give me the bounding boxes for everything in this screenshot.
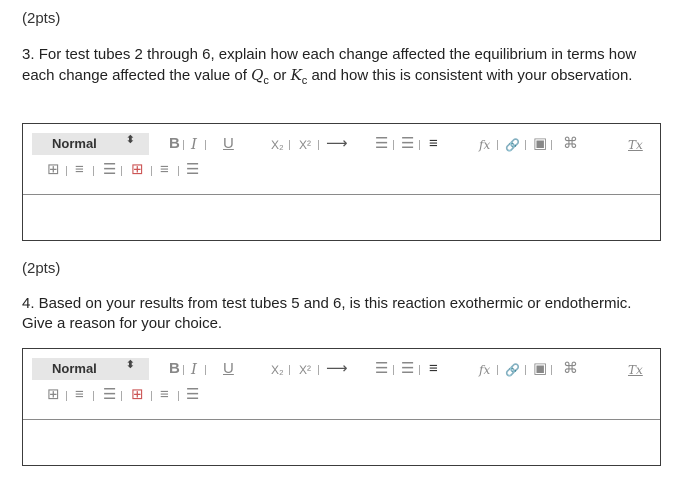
separator: [393, 365, 394, 375]
separator: [178, 391, 179, 401]
delete-row-icon[interactable]: ≡: [160, 387, 169, 403]
separator: [121, 166, 122, 176]
separator: [205, 365, 206, 375]
separator: [121, 391, 122, 401]
k-subscript: c: [301, 75, 308, 87]
insert-row-icon[interactable]: ≡: [75, 162, 84, 178]
separator: [93, 391, 94, 401]
answer-editor-q3: Normal ⬍ B I U X₂ X² ⟶ ☰ ☰ ≡ fx 🔗 ▣ ⌘ Tx…: [22, 123, 661, 241]
ordered-list-icon[interactable]: ☰: [375, 136, 388, 152]
delete-table-icon[interactable]: ⊞: [131, 162, 144, 178]
question-3-text: 3. For test tubes 2 through 6, explain h…: [22, 45, 662, 91]
italic-button[interactable]: I: [191, 136, 197, 152]
attachment-icon[interactable]: ⌘: [563, 136, 578, 152]
separator: [497, 365, 498, 375]
separator: [66, 166, 67, 176]
image-icon[interactable]: ▣: [533, 136, 547, 152]
answer-input-area[interactable]: [23, 420, 660, 465]
image-icon[interactable]: ▣: [533, 361, 547, 377]
unordered-list-icon[interactable]: ☰: [401, 361, 414, 377]
or-word: or: [273, 67, 287, 84]
separator: [525, 365, 526, 375]
separator: [151, 166, 152, 176]
style-value: Normal: [52, 136, 97, 151]
insert-row-icon[interactable]: ≡: [75, 387, 84, 403]
separator: [525, 140, 526, 150]
delete-column-icon[interactable]: ☰: [186, 162, 199, 178]
superscript-button[interactable]: X²: [299, 362, 311, 378]
paragraph-style-select[interactable]: Normal ⬍: [32, 133, 149, 155]
style-value: Normal: [52, 361, 97, 376]
separator: [551, 365, 552, 375]
question-4-text: 4. Based on your results from test tubes…: [22, 295, 632, 332]
ordered-list-icon[interactable]: ☰: [375, 361, 388, 377]
q-symbol: Q: [251, 66, 264, 84]
separator: [419, 140, 420, 150]
clear-format-icon[interactable]: Tx: [628, 362, 643, 378]
separator: [318, 140, 319, 150]
question-3-number: 3.: [22, 46, 35, 63]
bold-button[interactable]: B: [169, 361, 180, 377]
table-icon[interactable]: ⊞: [47, 162, 60, 178]
delete-table-icon[interactable]: ⊞: [131, 387, 144, 403]
clear-format-icon[interactable]: Tx: [628, 137, 643, 153]
separator: [66, 391, 67, 401]
subscript-button[interactable]: X₂: [271, 137, 284, 153]
separator: [151, 391, 152, 401]
underline-button[interactable]: U: [223, 361, 234, 377]
delete-column-icon[interactable]: ☰: [186, 387, 199, 403]
k-symbol: K: [290, 66, 302, 84]
separator: [289, 365, 290, 375]
separator: [393, 140, 394, 150]
subscript-button[interactable]: X₂: [271, 362, 284, 378]
italic-button[interactable]: I: [191, 361, 197, 377]
attachment-icon[interactable]: ⌘: [563, 361, 578, 377]
separator: [183, 140, 184, 150]
editor-toolbar: Normal ⬍ B I U X₂ X² ⟶ ☰ ☰ ≡ fx 🔗 ▣ ⌘ Tx…: [23, 349, 660, 420]
insert-column-icon[interactable]: ☰: [103, 162, 116, 178]
answer-editor-q4: Normal ⬍ B I U X₂ X² ⟶ ☰ ☰ ≡ fx 🔗 ▣ ⌘ Tx…: [22, 348, 661, 466]
underline-button[interactable]: U: [223, 136, 234, 152]
superscript-button[interactable]: X²: [299, 137, 311, 153]
separator: [183, 365, 184, 375]
separator: [93, 166, 94, 176]
question-3-body-end: and how this is consistent with your obs…: [311, 67, 633, 84]
insert-column-icon[interactable]: ☰: [103, 387, 116, 403]
bold-button[interactable]: B: [169, 136, 180, 152]
paragraph-style-select[interactable]: Normal ⬍: [32, 358, 149, 380]
select-caret-icon: ⬍: [125, 134, 135, 146]
question-4-points: (2pts): [22, 260, 61, 277]
delete-row-icon[interactable]: ≡: [160, 162, 169, 178]
editor-toolbar: Normal ⬍ B I U X₂ X² ⟶ ☰ ☰ ≡ fx 🔗 ▣ ⌘ Tx…: [23, 124, 660, 195]
separator: [178, 166, 179, 176]
table-icon[interactable]: ⊞: [47, 387, 60, 403]
formula-icon[interactable]: fx: [479, 362, 490, 378]
separator: [318, 365, 319, 375]
formula-icon[interactable]: fx: [479, 137, 490, 153]
answer-input-area[interactable]: [23, 195, 660, 240]
separator: [419, 365, 420, 375]
q-subscript: c: [263, 75, 269, 87]
question-3-points: (2pts): [22, 10, 61, 27]
arrow-button[interactable]: ⟶: [326, 361, 348, 377]
arrow-button[interactable]: ⟶: [326, 136, 348, 152]
link-icon[interactable]: 🔗: [505, 137, 520, 153]
align-icon[interactable]: ≡: [429, 136, 438, 152]
select-caret-icon: ⬍: [125, 359, 135, 371]
separator: [205, 140, 206, 150]
link-icon[interactable]: 🔗: [505, 362, 520, 378]
separator: [551, 140, 552, 150]
align-icon[interactable]: ≡: [429, 361, 438, 377]
separator: [289, 140, 290, 150]
unordered-list-icon[interactable]: ☰: [401, 136, 414, 152]
separator: [497, 140, 498, 150]
